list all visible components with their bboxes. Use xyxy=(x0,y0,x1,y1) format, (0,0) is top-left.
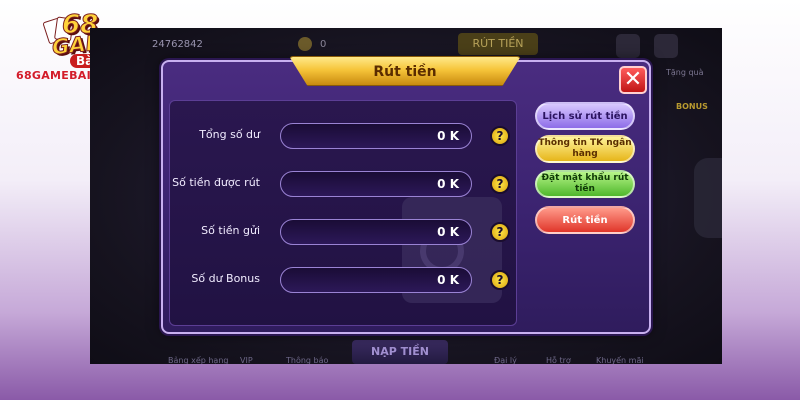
withdraw-history-button[interactable]: Lịch sử rút tiền xyxy=(535,102,635,130)
bottom-item-support: Hỗ trợ xyxy=(546,356,571,364)
help-icon-total-balance[interactable]: ? xyxy=(490,126,510,146)
gift-icon xyxy=(654,34,678,58)
withdrawable-field: 0 K xyxy=(280,171,472,197)
bottom-item-agent: Đại lý xyxy=(494,356,517,364)
bottom-item-promo: Khuyến mãi xyxy=(596,356,644,364)
background-withdraw-button: RÚT TIỀN xyxy=(458,33,538,55)
row-label-bonus: Số dư Bonus xyxy=(191,272,260,285)
background-deposit-button: NẠP TIỀN xyxy=(352,340,448,364)
help-icon-withdrawable[interactable]: ? xyxy=(490,174,510,194)
game-screen: 24762842 0 RÚT TIỀN Tặng quà BONUS Bảng … xyxy=(90,28,722,364)
background-side-decoration xyxy=(694,158,722,238)
close-icon[interactable]: ✕ xyxy=(619,66,647,94)
background-top-bar: 24762842 0 RÚT TIỀN xyxy=(90,28,722,86)
gift-label: Tặng quà xyxy=(666,68,704,77)
speaker-icon xyxy=(616,34,640,58)
total-balance-field: 0 K xyxy=(280,123,472,149)
bottom-item-notice: Thông báo xyxy=(286,356,329,364)
balance-panel: Tổng số dư 0 K ? Số tiền được rút 0 K ? … xyxy=(169,100,517,326)
dialog-title: Rút tiền xyxy=(373,64,437,80)
bottom-item-vip: VIP xyxy=(240,356,253,364)
help-icon-bonus[interactable]: ? xyxy=(490,270,510,290)
help-icon-deposit[interactable]: ? xyxy=(490,222,510,242)
background-balance: 0 xyxy=(320,39,327,50)
deposit-field: 0 K xyxy=(280,219,472,245)
row-label-deposit: Số tiền gửi xyxy=(201,224,260,237)
set-withdraw-password-button[interactable]: Đặt mật khẩu rút tiền xyxy=(535,170,635,198)
withdraw-dialog: Rút tiền ✕ Tổng số dư 0 K ? Số tiền được… xyxy=(161,56,651,334)
coin-icon xyxy=(298,37,312,51)
bonus-field: 0 K xyxy=(280,267,472,293)
bottom-item-ranking: Bảng xếp hạng xyxy=(168,356,229,364)
row-label-withdrawable: Số tiền được rút xyxy=(172,176,260,189)
row-label-total-balance: Tổng số dư xyxy=(199,128,260,141)
bonus-label: BONUS xyxy=(676,102,708,111)
withdraw-button[interactable]: Rút tiền xyxy=(535,206,635,234)
bank-info-button[interactable]: Thông tin TK ngân hàng xyxy=(535,135,635,163)
player-id: 24762842 xyxy=(152,39,203,50)
